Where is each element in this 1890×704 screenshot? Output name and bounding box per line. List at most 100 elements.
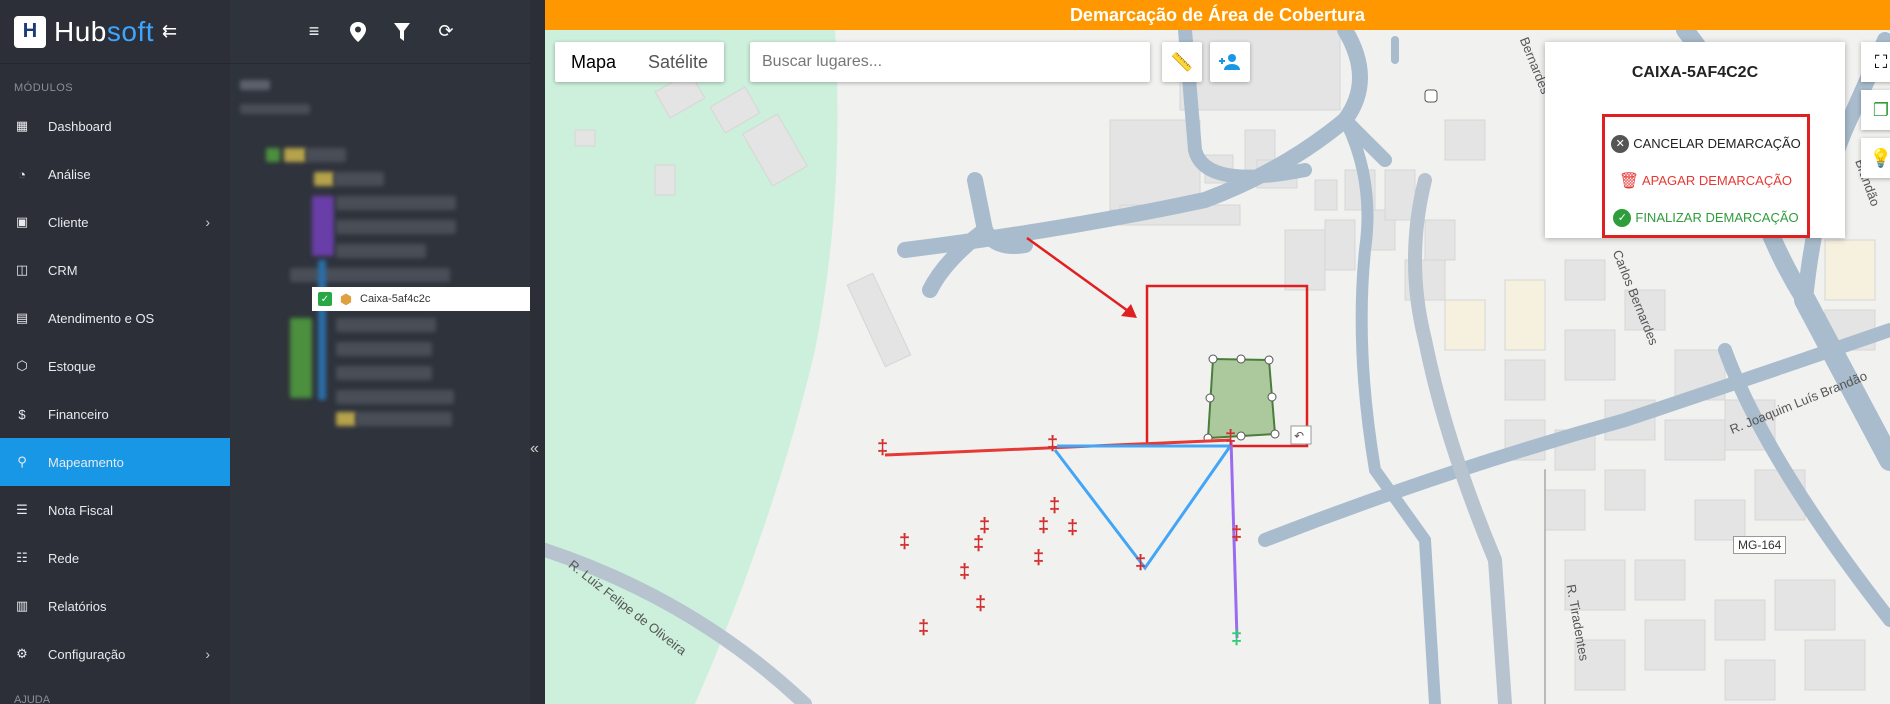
gear-icon: ⚙	[16, 646, 28, 661]
cable-blue[interactable]	[1053, 444, 1233, 571]
demarcation-panel: CAIXA-5AF4C2C ✕ CANCELAR DEMARCAÇÃO 🗑 AP…	[1545, 42, 1845, 238]
app-sidebar: H Hubsoft ⇇ MÓDULOS ▦ Dashboard ◔ Anális…	[0, 0, 230, 704]
sidebar-item-atendimento[interactable]: ▤ Atendimento e OS	[0, 294, 230, 342]
blurred-tree-node	[266, 148, 280, 162]
sidebar-item-dashboard[interactable]: ▦ Dashboard	[0, 102, 230, 150]
svg-text:‡: ‡	[1135, 552, 1146, 574]
check-icon: ✓	[1613, 208, 1632, 227]
blurred-tree-text	[240, 104, 310, 114]
blurred-tree-node	[336, 412, 356, 426]
map-type-satelite[interactable]: Satélite	[632, 52, 724, 73]
blurred-tree-text	[336, 366, 432, 380]
blurred-tree-node	[290, 318, 312, 398]
blurred-tree-text	[356, 412, 452, 426]
id-card-icon: ▣	[15, 214, 29, 229]
menu-icon[interactable]: ≡	[302, 20, 326, 44]
cancel-demarcation-button[interactable]: ✕ CANCELAR DEMARCAÇÃO	[1605, 125, 1807, 162]
highway-badge: MG-164	[1733, 536, 1787, 554]
hubsoft-logo-icon: H	[14, 15, 46, 48]
coverage-polygon[interactable]	[1206, 357, 1277, 440]
lightbulb-icon[interactable]: 💡	[1861, 138, 1890, 178]
sidebar-item-crm[interactable]: ◫ CRM	[0, 246, 230, 294]
map-area[interactable]: ↶ ‡ ‡ ‡ ‡ ‡ ‡ ‡ ‡ ‡ ‡ ‡ ‡ ‡ ‡ ‡ ‡ Demarcação de Ár…	[545, 0, 1890, 704]
board-icon: ◫	[15, 262, 29, 277]
money-icon: $	[18, 406, 26, 422]
blurred-tree-node	[284, 148, 306, 162]
brand-name: Hubsoft	[54, 15, 155, 47]
collapse-panel-icon[interactable]: «	[530, 440, 539, 458]
blurred-tree-text	[336, 390, 454, 404]
map-marker-icon[interactable]	[346, 20, 370, 44]
pie-chart-icon: ◔	[18, 166, 26, 182]
svg-text:‡: ‡	[918, 617, 929, 639]
blurred-tree-connector	[318, 260, 326, 400]
filter-icon[interactable]	[390, 20, 414, 44]
svg-text:‡: ‡	[877, 437, 888, 459]
blurred-tree-text	[336, 220, 456, 234]
invoice-icon: ☰	[16, 502, 28, 517]
delete-demarcation-button[interactable]: 🗑 APAGAR DEMARCAÇÃO	[1605, 162, 1807, 199]
svg-text:‡: ‡	[975, 593, 986, 615]
poles-layer[interactable]: ‡ ‡ ‡ ‡‡ ‡ ‡‡ ‡ ‡‡‡ ‡‡‡	[877, 427, 1242, 639]
svg-text:‡: ‡	[1033, 547, 1044, 569]
blurred-tree-text	[336, 342, 432, 356]
map-type-toggle[interactable]: Mapa Satélite	[555, 42, 725, 82]
svg-text:‡: ‡	[1067, 517, 1078, 539]
sidebar-item-relatorios[interactable]: ▥ Relatórios	[0, 582, 230, 630]
blurred-tree-text	[306, 148, 346, 162]
fullscreen-icon[interactable]: ⛶	[1861, 42, 1890, 82]
refresh-icon[interactable]: ⟳	[434, 20, 458, 44]
blurred-tree-node	[314, 172, 334, 186]
demarcation-actions: ✕ CANCELAR DEMARCAÇÃO 🗑 APAGAR DEMARCAÇÃ…	[1602, 114, 1810, 238]
calendar-icon: ▤	[15, 310, 29, 325]
svg-text:‡: ‡	[1038, 515, 1049, 537]
logo-bar: H Hubsoft ⇇	[0, 0, 230, 64]
trash-icon: 🗑	[1618, 172, 1640, 190]
svg-text:‡: ‡	[1225, 427, 1236, 449]
blurred-tree-node	[312, 196, 334, 256]
sidebar-item-mapeamento[interactable]: ⚲ Mapeamento	[0, 438, 230, 486]
box-icon: ⬢	[339, 290, 353, 307]
map-pin-icon: ⚲	[17, 454, 27, 469]
sidebar-item-nota-fiscal[interactable]: ☰ Nota Fiscal	[0, 486, 230, 534]
sidebar-item-cliente[interactable]: ▣ Cliente ›	[0, 198, 230, 246]
modules-section-label: MÓDULOS	[14, 82, 74, 94]
svg-text:‡: ‡	[1047, 433, 1058, 455]
sidebar-item-rede[interactable]: ☷ Rede	[0, 534, 230, 582]
report-icon: ▥	[15, 598, 29, 613]
collapse-sidebar-icon[interactable]: ⇇	[162, 21, 177, 42]
sidebar-item-configuracao[interactable]: ⚙ Configuração ›	[0, 630, 230, 678]
blurred-tree-text	[240, 80, 270, 90]
svg-text:‡: ‡	[959, 561, 970, 583]
pole-green-icon[interactable]: ‡	[1231, 627, 1242, 649]
chevron-right-icon: ›	[205, 214, 210, 230]
sidebar-item-estoque[interactable]: ⬡ Estoque	[0, 342, 230, 390]
blurred-tree-text	[290, 268, 450, 282]
demarcation-title: CAIXA-5AF4C2C	[1631, 64, 1759, 81]
ruler-icon[interactable]: 📏	[1162, 42, 1202, 82]
svg-text:‡: ‡	[1231, 523, 1242, 545]
blurred-tree-text	[334, 172, 384, 186]
add-user-icon[interactable]	[1210, 42, 1250, 82]
search-places-input[interactable]	[750, 42, 1150, 82]
tree-item-caixa-selected[interactable]: ✓ ⬢ Caixa-5af4c2c	[312, 287, 530, 311]
sidebar-item-financeiro[interactable]: $ Financeiro	[0, 390, 230, 438]
dashboard-icon: ▦	[15, 118, 29, 133]
blurred-tree-text	[336, 244, 426, 258]
checkbox-checked-icon[interactable]: ✓	[318, 292, 332, 306]
finish-demarcation-button[interactable]: ✓ FINALIZAR DEMARCAÇÃO	[1605, 199, 1807, 236]
tree-toolbar: ≡ ⟳	[230, 0, 530, 64]
help-section-label: AJUDA	[14, 694, 51, 704]
svg-text:‡: ‡	[899, 531, 910, 553]
server-icon: ☷	[16, 550, 28, 565]
sidebar-item-analise[interactable]: ◔ Análise	[0, 150, 230, 198]
map-type-mapa[interactable]: Mapa	[555, 52, 632, 73]
svg-text:‡: ‡	[1049, 495, 1060, 517]
layers-icon[interactable]: ❐	[1861, 90, 1890, 130]
bus-stop-icon[interactable]	[1424, 89, 1438, 103]
svg-text:↶: ↶	[1294, 429, 1304, 443]
map-header-title: Demarcação de Área de Cobertura	[545, 0, 1890, 30]
map-side-buttons: ⛶ ❐ 💡	[1861, 42, 1890, 186]
arrow-pointer	[1026, 236, 1136, 318]
cube-icon: ⬡	[16, 358, 28, 373]
